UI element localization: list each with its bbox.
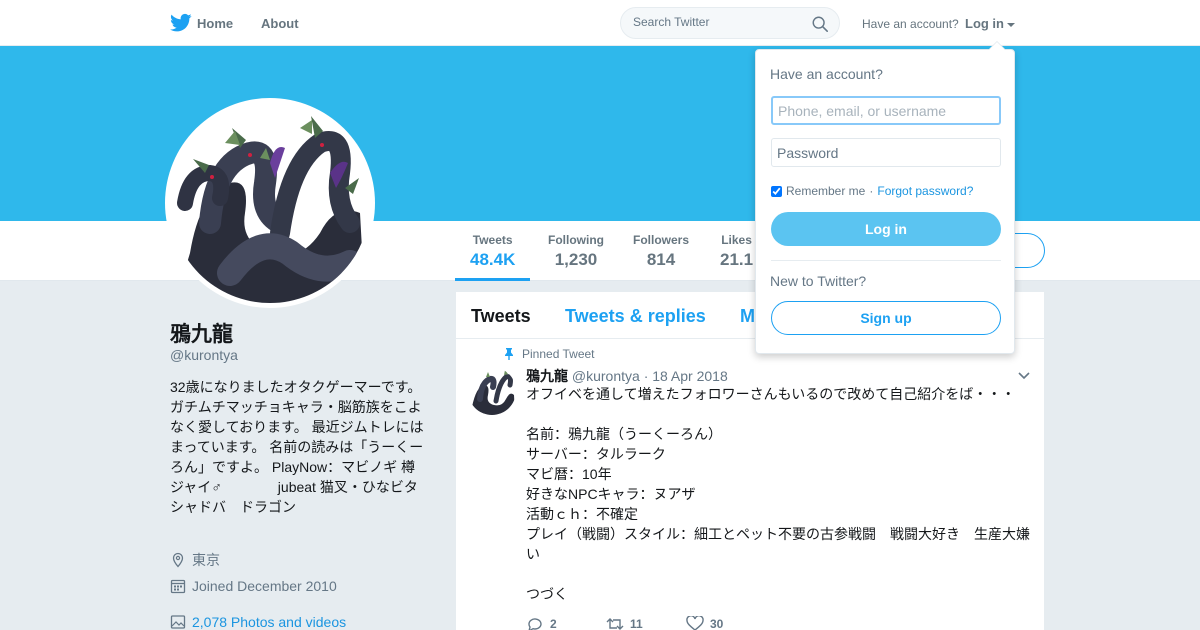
caret-down-icon (1007, 22, 1015, 27)
stat-tweets[interactable]: Tweets 48.4K (454, 233, 531, 281)
like-count: 30 (710, 617, 724, 630)
stat-label: Followers (633, 233, 690, 247)
profile-joined: Joined December 2010 (170, 578, 337, 594)
stat-followers[interactable]: Followers 814 (633, 233, 689, 270)
avatar-image (170, 103, 370, 303)
stat-value: 1,230 (554, 250, 598, 269)
tab-media[interactable]: M (740, 306, 755, 327)
login-dropdown: Have an account? Remember me · Forgot pa… (755, 41, 1015, 354)
chevron-down-icon[interactable] (1018, 372, 1030, 380)
login-toggle-label: Log in (965, 16, 1004, 31)
hydra-artwork-icon (170, 103, 370, 303)
stat-value: 21.1 (720, 250, 754, 269)
reply-icon (528, 618, 542, 630)
remember-me-label[interactable]: Remember me (786, 184, 865, 198)
profile-location: 東京 (170, 550, 220, 570)
stat-following[interactable]: Following 1,230 (548, 233, 604, 270)
tweet-avatar[interactable] (468, 367, 516, 415)
stat-label: Following (548, 233, 604, 247)
remember-row: Remember me · Forgot password? (771, 184, 973, 198)
nav-home-link[interactable]: Home (197, 16, 233, 31)
retweet-button[interactable]: 11 (606, 616, 686, 630)
login-button[interactable]: Log in (771, 212, 1001, 246)
tweet-text: オフイベを通して増えたフォロワーさんもいるので改めて自己紹介をば・・・ 名前：鴉… (526, 386, 1030, 602)
reply-count: 2 (550, 617, 557, 630)
password-field[interactable] (771, 138, 1001, 167)
reply-button[interactable]: 2 (526, 616, 606, 630)
search-input[interactable] (633, 15, 803, 29)
username-field[interactable] (771, 96, 1001, 125)
stat-label: Tweets (472, 233, 513, 247)
nav-about-link[interactable]: About (261, 16, 299, 31)
tweet-header: 鴉九龍 @kurontya · 18 Apr 2018 (526, 366, 728, 386)
tweet-actions: 2 11 30 (526, 616, 766, 630)
profile-bio: 32歳になりましたオタクゲーマーです。ガチムチマッチョキャラ・脳筋族をこよなく愛… (170, 379, 474, 515)
separator-dot: · (869, 184, 874, 198)
location-pin-icon (172, 552, 184, 568)
top-nav-bar: Home About Have an account? Log in (0, 0, 1200, 46)
calendar-icon (170, 579, 186, 594)
stat-value: 814 (646, 250, 676, 269)
tab-tweets[interactable]: Tweets (471, 306, 531, 327)
have-account-text: Have an account? (862, 17, 959, 31)
stat-value: 48.4K (470, 250, 516, 269)
retweet-icon (606, 618, 624, 630)
image-icon (170, 615, 186, 629)
tweet-author-meta[interactable]: @kurontya · 18 Apr 2018 (572, 368, 728, 384)
dropdown-title: Have an account? (770, 66, 883, 82)
location-text: 東京 (192, 552, 220, 568)
login-toggle-button[interactable]: Log in (965, 16, 1015, 31)
twitter-bird-icon[interactable] (170, 13, 192, 33)
search-box[interactable] (620, 7, 840, 39)
new-to-twitter-text: New to Twitter? (770, 273, 867, 289)
profile-name[interactable]: 鴉九龍 (170, 318, 233, 348)
search-icon[interactable] (811, 15, 829, 33)
profile-photos[interactable]: 2,078 Photos and videos (170, 614, 346, 630)
heart-icon (686, 616, 704, 630)
tab-tweets-replies[interactable]: Tweets & replies (565, 306, 706, 327)
joined-text: Joined December 2010 (192, 578, 337, 594)
pin-icon (505, 348, 513, 360)
pinned-indicator: Pinned Tweet (504, 347, 595, 361)
profile-handle[interactable]: @kurontya (170, 347, 238, 363)
remember-me-checkbox[interactable] (771, 185, 782, 197)
like-button[interactable]: 30 (686, 616, 766, 630)
stat-label: Likes (721, 233, 752, 247)
photos-videos-link[interactable]: 2,078 Photos and videos (192, 614, 346, 630)
tweet-author-name[interactable]: 鴉九龍 (526, 368, 568, 384)
divider (771, 260, 1001, 261)
stat-likes[interactable]: Likes 21.1 (720, 233, 753, 270)
signup-button[interactable]: Sign up (771, 301, 1001, 335)
hydra-artwork-icon (468, 367, 516, 415)
forgot-password-link[interactable]: Forgot password? (877, 184, 973, 198)
pinned-label: Pinned Tweet (522, 347, 595, 361)
profile-avatar[interactable] (165, 98, 375, 308)
retweet-count: 11 (630, 617, 643, 630)
